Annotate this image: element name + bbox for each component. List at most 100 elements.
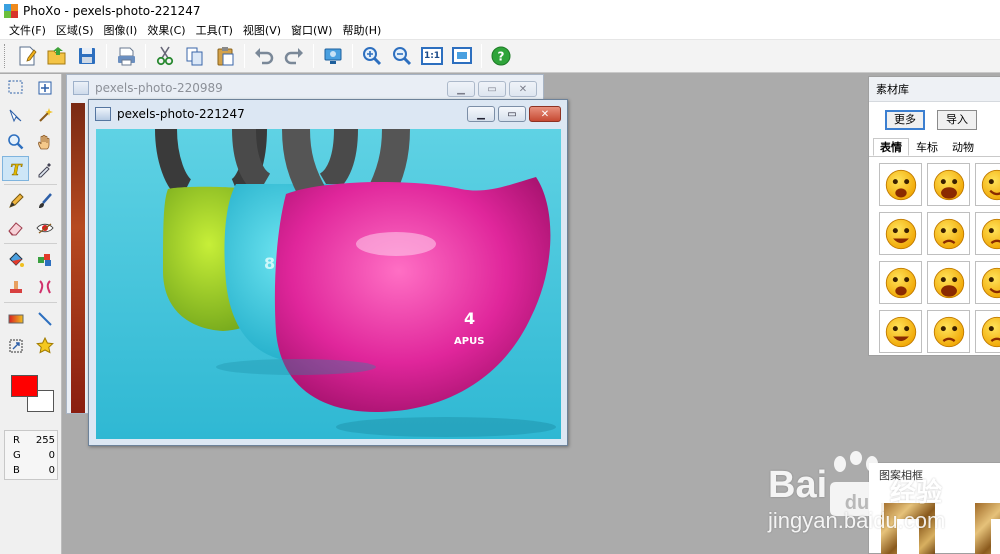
help-icon[interactable]: ? bbox=[488, 43, 514, 69]
zoom-icon[interactable] bbox=[2, 129, 29, 154]
fill-icon[interactable] bbox=[2, 247, 29, 272]
fit-window-icon[interactable] bbox=[449, 43, 475, 69]
library-tabs: 表情 车标 动物 bbox=[869, 138, 1000, 157]
dizzy-face-icon[interactable] bbox=[879, 163, 922, 206]
toolbar-grip[interactable] bbox=[4, 44, 7, 68]
menu-window[interactable]: 窗口(W) bbox=[286, 22, 337, 39]
transform-icon[interactable] bbox=[2, 333, 29, 358]
front-window-title: pexels-photo-221247 bbox=[117, 107, 245, 121]
rect-select-icon[interactable] bbox=[2, 75, 29, 100]
rgb-readout: R 255 G 0 B 0 bbox=[4, 430, 58, 480]
tab-car-logos[interactable]: 车标 bbox=[909, 138, 945, 156]
brush-icon[interactable] bbox=[31, 188, 58, 213]
heal-icon[interactable] bbox=[31, 274, 58, 299]
grinning-face-icon[interactable] bbox=[975, 163, 1000, 206]
magic-wand-icon[interactable] bbox=[31, 102, 58, 127]
red-eye-icon[interactable] bbox=[31, 215, 58, 240]
menu-file[interactable]: 文件(F) bbox=[4, 22, 51, 39]
toolbar-separator bbox=[313, 44, 314, 68]
svg-text:4: 4 bbox=[464, 309, 475, 328]
rgb-r-value: 255 bbox=[35, 435, 55, 446]
text-icon[interactable]: T bbox=[2, 156, 29, 181]
clone-stamp-icon[interactable] bbox=[2, 274, 29, 299]
gradient-icon[interactable] bbox=[2, 306, 29, 331]
pencil-icon[interactable] bbox=[2, 188, 29, 213]
undo-icon[interactable] bbox=[251, 43, 277, 69]
rgb-g-value: 0 bbox=[48, 450, 55, 461]
menu-image[interactable]: 图像(I) bbox=[99, 22, 143, 39]
save-icon[interactable] bbox=[74, 43, 100, 69]
star-shape-icon[interactable] bbox=[31, 333, 58, 358]
image-canvas[interactable]: 8 4 APUS bbox=[96, 129, 561, 439]
redo-icon[interactable] bbox=[281, 43, 307, 69]
pleading-face-icon[interactable] bbox=[927, 212, 970, 255]
toolbar-separator bbox=[244, 44, 245, 68]
rgb-b-value: 0 bbox=[48, 465, 55, 476]
angry-face-icon[interactable] bbox=[927, 261, 970, 304]
document-icon bbox=[95, 107, 111, 121]
tab-animals[interactable]: 动物 bbox=[945, 138, 981, 156]
close-button[interactable]: ✕ bbox=[509, 81, 537, 97]
menu-effects[interactable]: 效果(C) bbox=[142, 22, 190, 39]
menu-help[interactable]: 帮助(H) bbox=[337, 22, 386, 39]
frowning-face-icon[interactable] bbox=[927, 310, 970, 353]
kettlebells-photo: 8 4 APUS bbox=[96, 129, 561, 439]
toolbar-separator bbox=[481, 44, 482, 68]
emoji-grid bbox=[869, 157, 1000, 353]
open-icon[interactable] bbox=[44, 43, 70, 69]
actual-size-button[interactable]: 1:1 bbox=[419, 43, 445, 69]
menu-view[interactable]: 视图(V) bbox=[238, 22, 286, 39]
menu-tools[interactable]: 工具(T) bbox=[191, 22, 238, 39]
furious-face-icon[interactable] bbox=[975, 261, 1000, 304]
close-button[interactable]: ✕ bbox=[529, 106, 561, 122]
library-title: 素材库 bbox=[869, 77, 1000, 102]
screen-icon[interactable] bbox=[320, 43, 346, 69]
line-icon[interactable] bbox=[31, 306, 58, 331]
rolling-laugh-icon[interactable] bbox=[879, 212, 922, 255]
eyedropper-icon[interactable] bbox=[31, 156, 58, 181]
print-icon[interactable] bbox=[113, 43, 139, 69]
zoom-out-icon[interactable] bbox=[389, 43, 415, 69]
paste-icon[interactable] bbox=[212, 43, 238, 69]
foreground-color[interactable] bbox=[11, 375, 38, 397]
zoom-in-icon[interactable] bbox=[359, 43, 385, 69]
minimize-button[interactable]: ▁ bbox=[467, 106, 495, 122]
watermark-suffix: 经验 bbox=[890, 477, 943, 507]
menu-bar: 文件(F) 区域(S) 图像(I) 效果(C) 工具(T) 视图(V) 窗口(W… bbox=[0, 21, 1000, 40]
hand-icon[interactable] bbox=[31, 129, 58, 154]
tab-emoji[interactable]: 表情 bbox=[873, 138, 909, 156]
lasso-icon[interactable] bbox=[2, 102, 29, 127]
copy-icon[interactable] bbox=[182, 43, 208, 69]
rgb-r-label: R bbox=[13, 435, 20, 446]
maximize-button[interactable]: ▭ bbox=[478, 81, 506, 97]
cut-icon[interactable] bbox=[152, 43, 178, 69]
color-swatches[interactable] bbox=[6, 372, 58, 420]
material-library-panel: 素材库 更多 导入 表情 车标 动物 bbox=[868, 76, 1000, 356]
menu-region[interactable]: 区域(S) bbox=[51, 22, 99, 39]
import-button[interactable]: 导入 bbox=[937, 110, 977, 130]
main-toolbar: 1:1 ? bbox=[0, 40, 1000, 73]
rgb-b-label: B bbox=[13, 465, 20, 476]
new-icon[interactable] bbox=[14, 43, 40, 69]
eraser-icon[interactable] bbox=[2, 215, 29, 240]
move-icon[interactable] bbox=[31, 75, 58, 100]
more-button[interactable]: 更多 bbox=[885, 110, 925, 130]
svg-text:?: ? bbox=[498, 50, 505, 64]
sobbing-face-icon[interactable] bbox=[879, 310, 922, 353]
minimize-button[interactable]: ▁ bbox=[447, 81, 475, 97]
burning-face-icon[interactable] bbox=[975, 310, 1000, 353]
back-window-title: pexels-photo-220989 bbox=[95, 81, 223, 95]
app-title-bar: PhoXo - pexels-photo-221247 bbox=[0, 0, 1000, 21]
color-replace-icon[interactable] bbox=[31, 247, 58, 272]
shouting-face-icon[interactable] bbox=[927, 163, 970, 206]
winking-face-icon[interactable] bbox=[879, 261, 922, 304]
back-window-canvas bbox=[71, 103, 85, 413]
crying-face-icon[interactable] bbox=[975, 212, 1000, 255]
document-window-front[interactable]: pexels-photo-221247 ▁ ▭ ✕ 8 4 APUS bbox=[88, 99, 568, 446]
app-title: PhoXo - pexels-photo-221247 bbox=[23, 3, 201, 18]
watermark-brand: Bai bbox=[768, 464, 828, 506]
svg-text:8: 8 bbox=[264, 254, 275, 273]
svg-text:APUS: APUS bbox=[454, 336, 484, 347]
maximize-button[interactable]: ▭ bbox=[498, 106, 526, 122]
actual-size-icon: 1:1 bbox=[421, 47, 443, 65]
